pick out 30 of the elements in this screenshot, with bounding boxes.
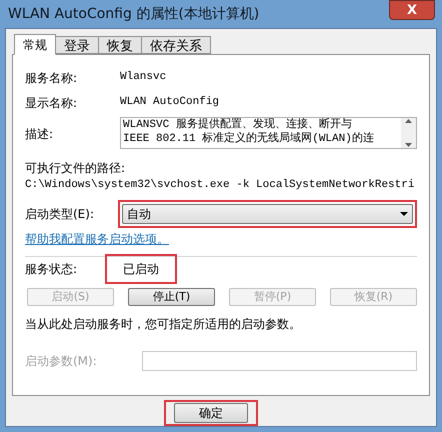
window-title: WLAN AutoConfig 的属性(本地计算机) xyxy=(8,4,260,24)
field-value: WLAN AutoConfig xyxy=(120,95,220,110)
tab[interactable]: 依存关系 xyxy=(142,36,211,54)
tab[interactable]: 常规 xyxy=(14,34,56,55)
description-box[interactable]: WLANSVC 服务提供配置、发现、连接、断开与 IEEE 802.11 标准定义的无线局域网(WLAN)的连 xyxy=(120,117,417,149)
path-label: 可执行文件的路径: xyxy=(25,160,126,177)
close-button[interactable]: X xyxy=(389,0,435,20)
ok-button[interactable]: 确定 xyxy=(174,403,248,423)
description-line: WLANSVC 服务提供配置、发现、连接、断开与 xyxy=(123,118,352,132)
field-label: 服务名称: xyxy=(25,70,78,86)
field-label: 启动参数(M): xyxy=(25,352,98,370)
hint-text: 当从此处启动服务时，您可指定所适用的启动参数。 xyxy=(25,316,302,332)
help-link[interactable]: 帮助我配置服务启动选项。 xyxy=(25,230,169,248)
field-label: 启动类型(E): xyxy=(25,206,95,222)
tab[interactable]: 登录 xyxy=(56,36,99,54)
path-value: C:\Windows\system32\svchost.exe -k LocalSystemNetworkRestri xyxy=(25,178,416,193)
startup-type-dropdown[interactable]: 自动 xyxy=(122,204,413,224)
field-label: 描述: xyxy=(25,126,54,143)
dropdown-caret-icon xyxy=(400,212,408,216)
field-label: 服务状态: xyxy=(25,260,78,278)
start-params-field[interactable] xyxy=(142,350,417,370)
scroll-down-icon[interactable] xyxy=(405,143,412,147)
scrollbar[interactable] xyxy=(401,118,416,148)
tab[interactable]: 恢复 xyxy=(99,36,142,54)
scroll-up-icon[interactable] xyxy=(405,119,412,123)
field-value: Wlansvc xyxy=(120,70,166,86)
field-label: 显示名称: xyxy=(25,94,78,112)
service-button[interactable]: 停止(T) xyxy=(128,288,215,306)
description-line: IEEE 802.11 标准定义的无线局域网(WLAN)的连 xyxy=(123,132,374,146)
status-value: 已启动 xyxy=(123,260,159,278)
